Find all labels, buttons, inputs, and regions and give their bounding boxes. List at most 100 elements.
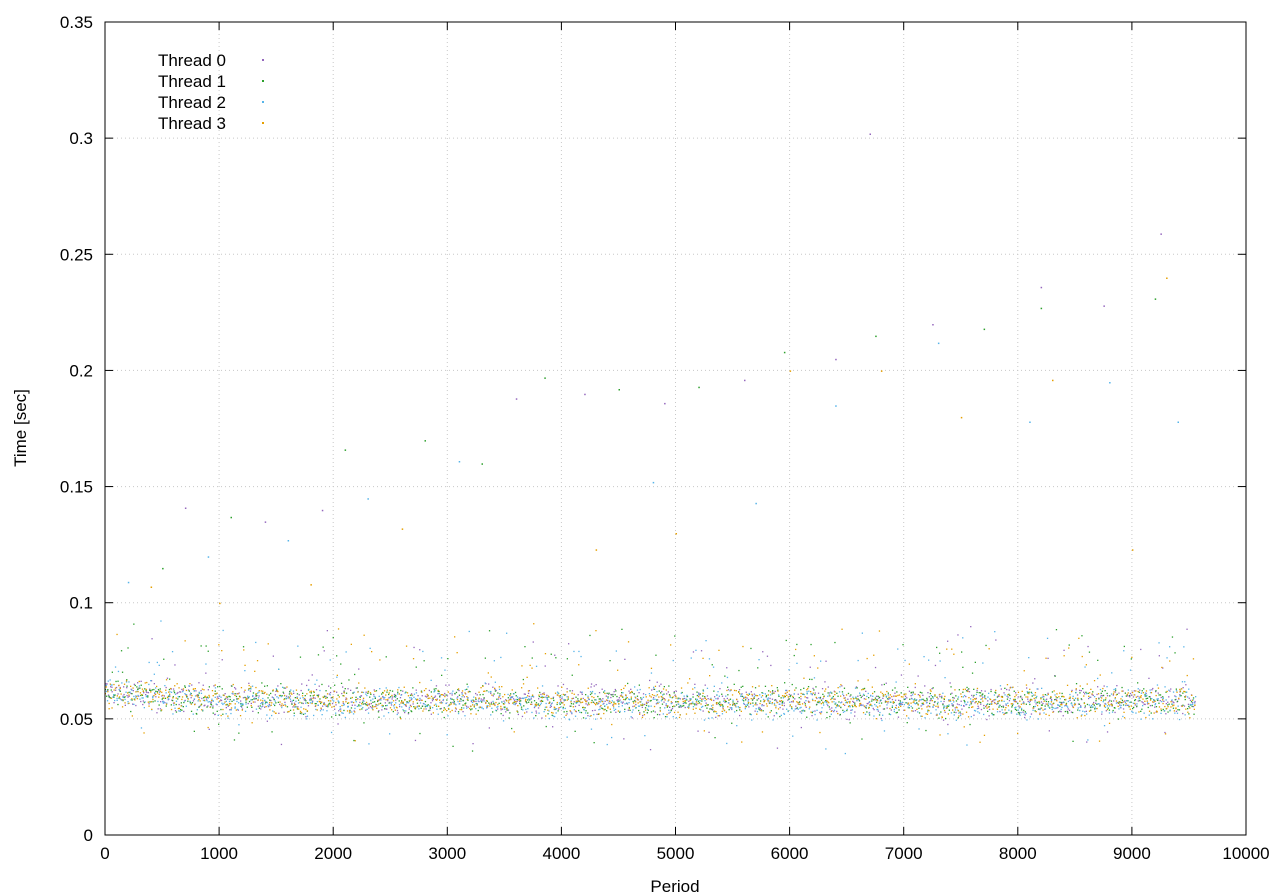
data-point bbox=[333, 700, 335, 702]
data-point bbox=[945, 717, 947, 720]
data-point bbox=[1035, 711, 1037, 713]
data-point bbox=[1082, 688, 1084, 690]
data-point bbox=[1102, 701, 1104, 703]
data-point bbox=[139, 692, 142, 694]
data-point bbox=[794, 689, 796, 691]
data-point bbox=[447, 705, 450, 707]
data-point bbox=[388, 693, 390, 696]
data-point bbox=[475, 713, 477, 715]
data-point bbox=[410, 693, 413, 695]
data-point bbox=[785, 689, 787, 692]
outlier-point bbox=[127, 581, 130, 584]
data-point bbox=[268, 694, 270, 696]
data-point bbox=[178, 703, 180, 706]
data-point bbox=[568, 719, 571, 721]
data-point bbox=[461, 707, 463, 709]
data-point bbox=[870, 703, 872, 705]
data-point bbox=[472, 743, 474, 745]
data-point bbox=[892, 701, 894, 703]
data-point bbox=[830, 710, 832, 712]
data-point bbox=[1110, 693, 1113, 695]
data-point bbox=[963, 694, 966, 697]
data-point bbox=[596, 713, 598, 715]
data-point bbox=[554, 715, 556, 718]
data-point bbox=[679, 705, 681, 707]
data-point bbox=[940, 700, 942, 703]
data-point bbox=[943, 705, 945, 707]
data-point bbox=[1045, 657, 1047, 659]
data-point bbox=[289, 709, 292, 711]
data-point bbox=[974, 661, 976, 663]
data-point bbox=[595, 684, 597, 686]
data-point bbox=[751, 695, 754, 697]
y-tick-label: 0.1 bbox=[69, 594, 93, 613]
data-point bbox=[1007, 694, 1009, 696]
data-point bbox=[1123, 650, 1125, 652]
data-point bbox=[1167, 711, 1169, 713]
data-point bbox=[1176, 691, 1178, 693]
data-point bbox=[591, 690, 594, 693]
data-point bbox=[1069, 699, 1071, 701]
outlier-point bbox=[932, 324, 934, 326]
data-point bbox=[1173, 704, 1175, 706]
data-point bbox=[849, 695, 851, 697]
data-point bbox=[541, 685, 544, 687]
data-point bbox=[947, 723, 949, 726]
data-point bbox=[417, 698, 419, 700]
data-point bbox=[1059, 710, 1061, 712]
data-point bbox=[339, 706, 341, 708]
data-point bbox=[734, 705, 737, 707]
data-point bbox=[1124, 701, 1126, 704]
data-point bbox=[1081, 655, 1083, 658]
data-point bbox=[1146, 700, 1148, 702]
data-point bbox=[512, 696, 514, 698]
data-point bbox=[878, 630, 881, 632]
data-point bbox=[1160, 708, 1162, 710]
data-point bbox=[146, 691, 148, 694]
data-point bbox=[1044, 699, 1046, 701]
data-point bbox=[490, 690, 492, 693]
data-point bbox=[850, 712, 852, 714]
data-point bbox=[972, 706, 974, 708]
data-point bbox=[920, 715, 922, 717]
data-point bbox=[647, 701, 649, 703]
data-point bbox=[708, 658, 711, 660]
data-point bbox=[823, 696, 825, 698]
data-point bbox=[717, 691, 719, 693]
data-point bbox=[273, 703, 275, 705]
data-point bbox=[535, 712, 538, 714]
data-point bbox=[623, 687, 625, 689]
data-point bbox=[192, 713, 194, 715]
data-point bbox=[1131, 691, 1134, 694]
data-point bbox=[594, 693, 596, 695]
data-point bbox=[910, 702, 912, 704]
data-point bbox=[797, 702, 799, 704]
data-point bbox=[711, 717, 713, 719]
data-point bbox=[960, 713, 962, 715]
data-point bbox=[286, 695, 288, 697]
data-point bbox=[1029, 699, 1031, 701]
data-point bbox=[517, 713, 519, 716]
data-point bbox=[290, 689, 292, 691]
data-point bbox=[692, 696, 694, 698]
data-point bbox=[172, 699, 174, 702]
data-point bbox=[828, 702, 830, 704]
data-point bbox=[440, 702, 442, 704]
data-point bbox=[152, 701, 154, 703]
data-point bbox=[830, 698, 832, 701]
data-point bbox=[384, 696, 386, 699]
data-point bbox=[666, 693, 668, 695]
data-point bbox=[1072, 697, 1074, 699]
data-point bbox=[1054, 675, 1056, 677]
data-point bbox=[567, 696, 569, 698]
data-point bbox=[778, 695, 780, 697]
data-point bbox=[416, 706, 419, 708]
data-point bbox=[466, 698, 469, 701]
data-point bbox=[858, 700, 861, 702]
data-point bbox=[434, 689, 436, 692]
data-point bbox=[1146, 694, 1148, 697]
data-point bbox=[1072, 695, 1074, 697]
data-point bbox=[142, 703, 144, 706]
data-point bbox=[212, 705, 214, 707]
data-point bbox=[457, 688, 460, 690]
